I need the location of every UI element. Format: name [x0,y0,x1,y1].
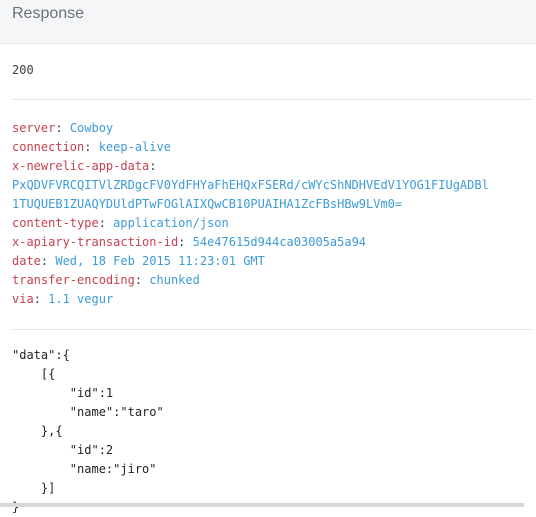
header-value: 1.1 vegur [48,292,114,306]
header-colon: : [149,159,157,173]
header-key: content-type [12,216,99,230]
header-value: application/json [113,216,229,230]
header-value: 54e47615d944ca03005a5a94 [192,235,367,249]
header-key: via [12,292,34,306]
header-value: chunked [149,273,200,287]
header-key: x-apiary-transaction-id [12,235,179,249]
body-line: "name:"jiro" [12,462,157,476]
header-colon: : [178,235,193,249]
body-line: [{ [12,367,56,381]
header-key: transfer-encoding [12,273,135,287]
response-headers: server: Cowboy connection: keep-alive x-ne… [12,119,489,309]
header-key: connection [12,140,85,154]
body-line: "data":{ [12,348,70,362]
body-line: "id":2 [12,443,114,457]
header-value: Cowboy [69,121,114,135]
header-value: keep-alive [98,140,171,154]
status-code: 200 [12,63,34,77]
header-key: x-newrelic-app-data [12,159,150,173]
header-row: server: Cowboy [12,119,489,138]
body-line: "id":1 [12,386,114,400]
body-line: },{ [12,424,63,438]
divider-headers [12,329,532,330]
response-title: Response [12,5,85,22]
header-row: via: 1.1 vegur [12,290,489,309]
header-colon: : [40,254,56,268]
response-body: "data":{ [{ "id":1 "name":"taro" },{ "id… [12,346,164,517]
header-value: 1TUQUEB1ZUAQYDUldPTwFOGlAIXQwCB10PUAIHA1… [12,197,403,211]
header-row: transfer-encoding: chunked [12,271,489,290]
header-colon: : [55,121,70,135]
header-row: x-newrelic-app-data: [12,157,489,176]
header-colon: : [33,292,49,306]
header-row: connection: keep-alive [12,138,489,157]
body-line: "name":"taro" [12,405,164,419]
header-row: PxQDVFVRCQITVlZRDgcFV0YdFHYaFhEHQxFSERd/… [12,176,489,195]
header-row: x-apiary-transaction-id: 54e47615d944ca0… [12,233,489,252]
header-key: server [12,121,56,135]
header-row: 1TUQUEB1ZUAQYDUldPTwFOGlAIXQwCB10PUAIHA1… [12,195,489,214]
header-key: date [12,254,41,268]
divider-status [12,99,532,100]
header-colon: : [84,140,99,154]
response-panel-header: Response [0,0,536,44]
horizontal-scrollbar[interactable] [0,503,524,507]
header-colon: : [134,273,150,287]
body-line: } [12,500,20,514]
header-row: date: Wed, 18 Feb 2015 11:23:01 GMT [12,252,489,271]
header-value: Wed, 18 Feb 2015 11:23:01 GMT [55,254,265,268]
header-value: PxQDVFVRCQITVlZRDgcFV0YdFHYaFhEHQxFSERd/… [12,178,489,192]
header-row: content-type: application/json [12,214,489,233]
body-line: }] [12,481,56,495]
header-colon: : [98,216,114,230]
